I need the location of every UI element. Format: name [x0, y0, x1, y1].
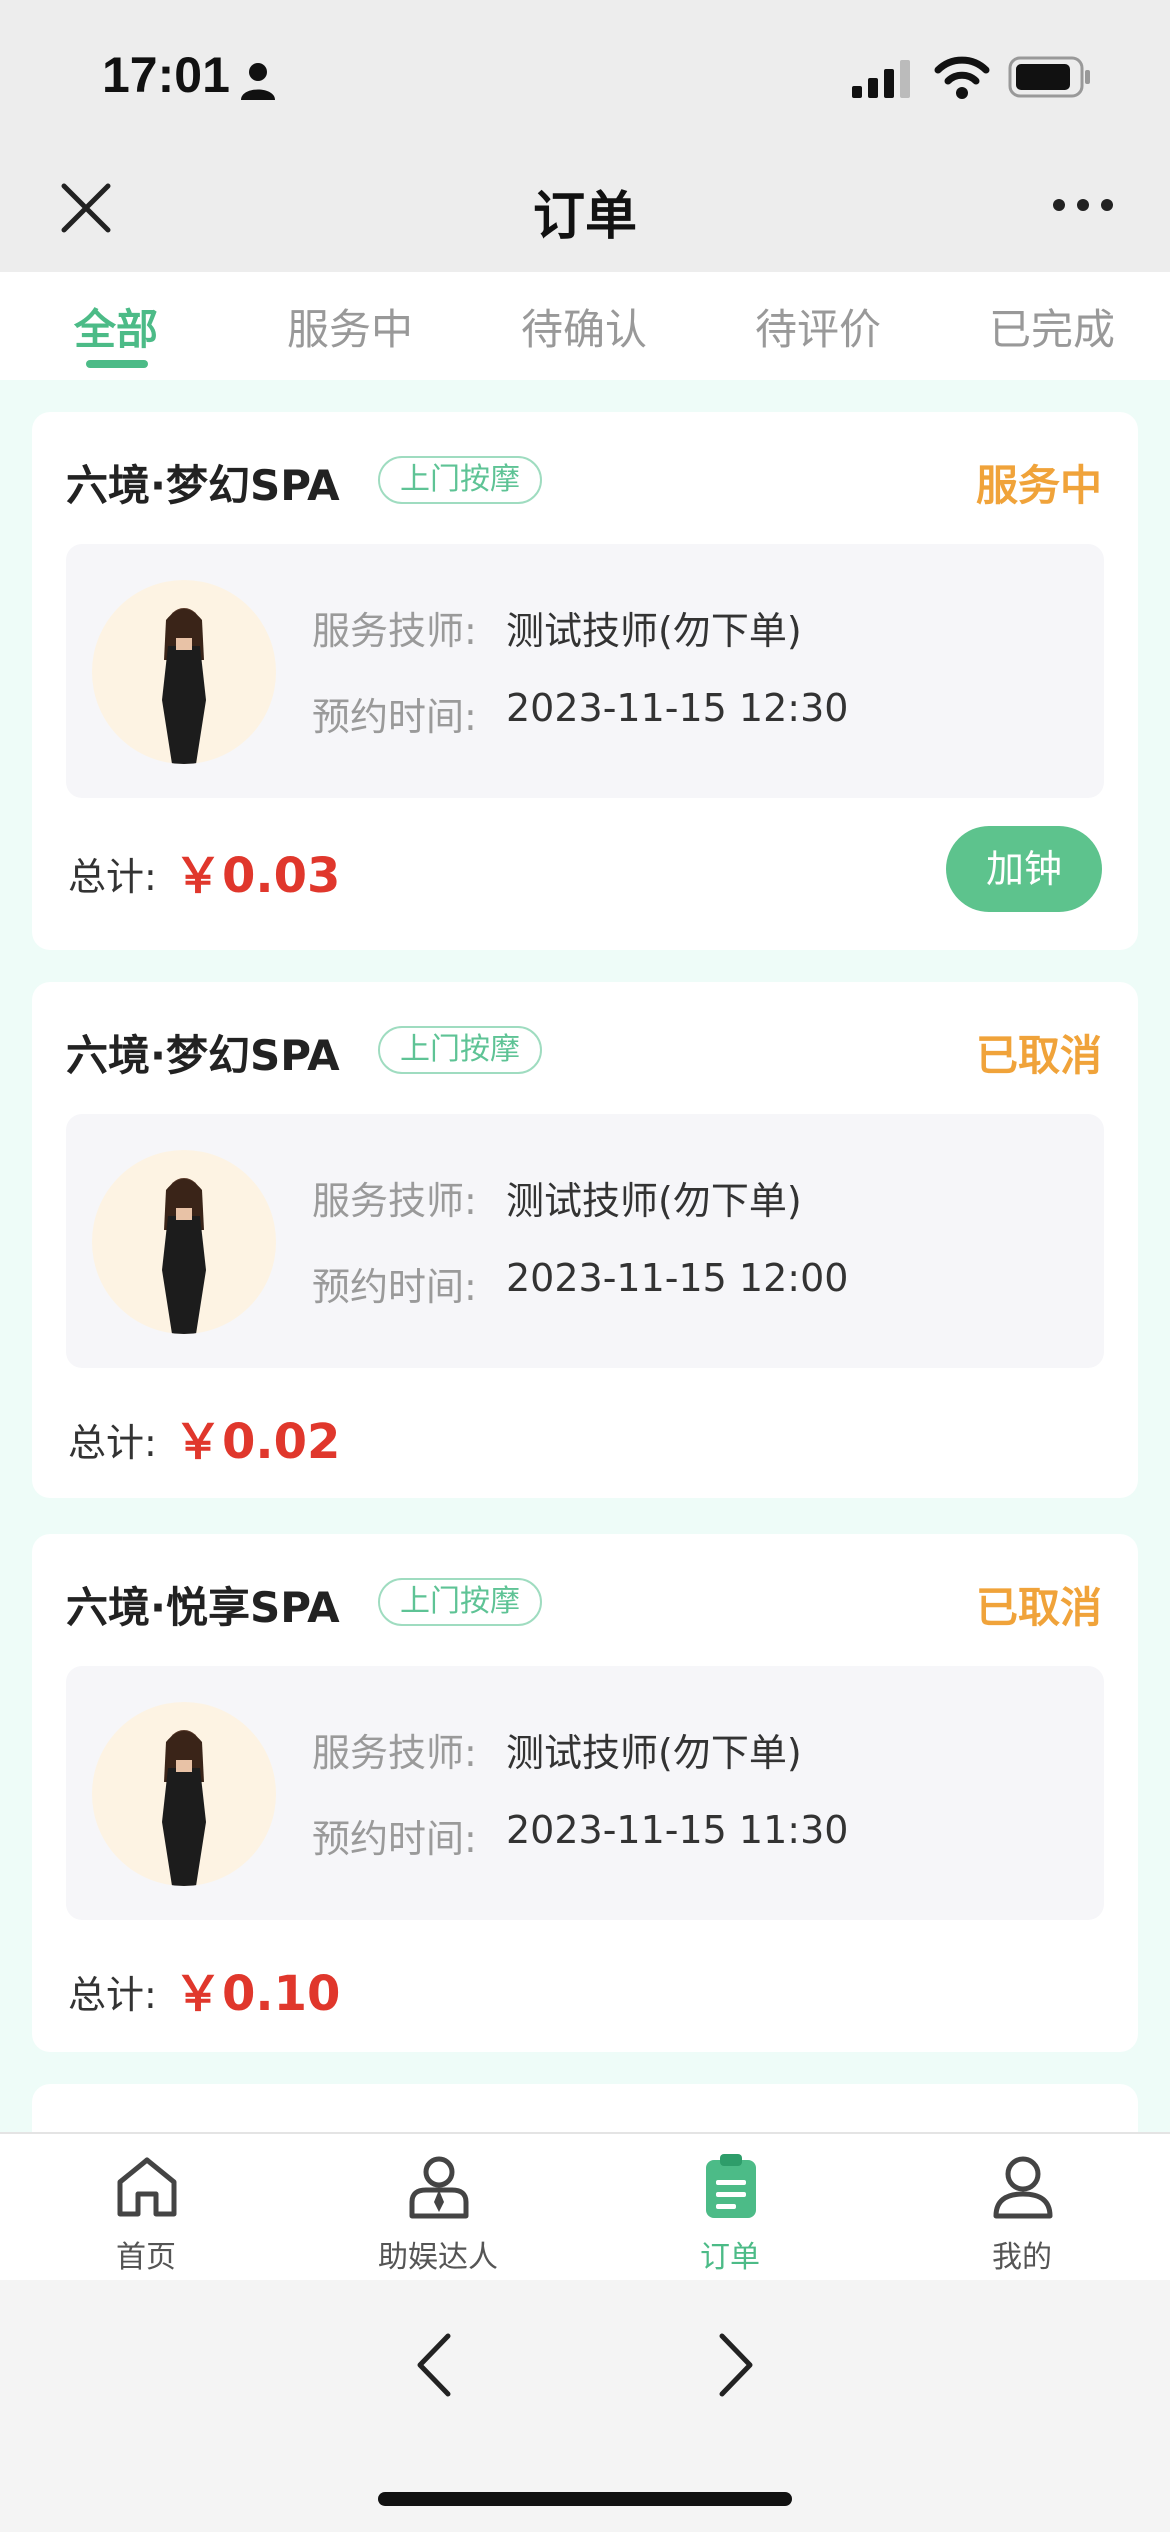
- technician-label: 服务技师:: [312, 1179, 477, 1223]
- tab-pending-review[interactable]: 待评价: [718, 296, 918, 357]
- shop-name: 六境·梦幻SPA: [66, 461, 340, 510]
- appointment-time: 2023-11-15 12:30: [506, 686, 849, 730]
- page-title: 订单: [532, 187, 637, 247]
- home-indicator: [378, 2492, 792, 2506]
- total-price: ￥0.03: [174, 848, 341, 904]
- appointment-time: 2023-11-15 11:30: [506, 1808, 849, 1852]
- battery-icon: [1008, 56, 1090, 98]
- technician-avatar: [92, 1702, 276, 1886]
- appointment-time-label: 预约时间:: [312, 1265, 477, 1309]
- order-clipboard-icon: [706, 2154, 756, 2218]
- total-price: ￥0.02: [174, 1414, 341, 1470]
- tabbar-item-experts[interactable]: 助娱达人: [338, 2152, 538, 2275]
- technician-avatar: [92, 1150, 276, 1334]
- technician-name: 测试技师(勿下单): [506, 1179, 802, 1223]
- order-card[interactable]: 六境·梦幻SPA 上门按摩 服务中 服务技师: 测试技师(勿下单) 预约时间: …: [32, 412, 1138, 950]
- status-time: 17:01: [102, 47, 230, 103]
- nav-bar: 订单: [0, 150, 1170, 272]
- order-card[interactable]: 六境·悦享SPA 上门按摩 已取消 服务技师: 测试技师(勿下单) 预约时间: …: [32, 1534, 1138, 2052]
- signal-icon: [852, 60, 910, 98]
- tabbar-label: 我的: [992, 2240, 1052, 2275]
- wifi-icon: [934, 56, 990, 99]
- total-price: ￥0.10: [174, 1966, 341, 2022]
- profile-icon: [993, 2156, 1053, 2219]
- tabbar-label: 订单: [700, 2240, 760, 2275]
- appointment-time-label: 预约时间:: [312, 1817, 477, 1861]
- technician-label: 服务技师:: [312, 1731, 477, 1775]
- bottom-tab-bar: 首页 助娱达人 订单 我的: [0, 2132, 1170, 2280]
- total-label: 总计:: [68, 1973, 157, 2017]
- add-time-button[interactable]: 加钟: [946, 826, 1102, 912]
- appointment-time: 2023-11-15 12:00: [506, 1256, 849, 1300]
- tab-pending-confirm[interactable]: 待确认: [484, 296, 684, 357]
- total-label: 总计:: [68, 855, 157, 899]
- browser-nav-bar: [0, 2280, 1170, 2532]
- expert-icon: [409, 2156, 469, 2219]
- order-info-box: 服务技师: 测试技师(勿下单) 预约时间: 2023-11-15 12:00: [66, 1114, 1104, 1368]
- technician-name: 测试技师(勿下单): [506, 1731, 802, 1775]
- person-icon: [241, 63, 275, 100]
- order-status: 已取消: [975, 1583, 1102, 1632]
- tab-completed[interactable]: 已完成: [952, 296, 1152, 357]
- tabbar-item-orders[interactable]: 订单: [630, 2152, 830, 2275]
- service-tag: 上门按摩: [378, 1026, 542, 1074]
- tabbar-item-home[interactable]: 首页: [46, 2152, 246, 2275]
- service-tag: 上门按摩: [378, 1578, 542, 1626]
- shop-name: 六境·悦享SPA: [66, 1583, 340, 1632]
- tab-in-service[interactable]: 服务中: [250, 296, 450, 357]
- technician-avatar: [92, 580, 276, 764]
- order-info-box: 服务技师: 测试技师(勿下单) 预约时间: 2023-11-15 11:30: [66, 1666, 1104, 1920]
- status-bar: 17:01: [0, 0, 1170, 150]
- active-tab-indicator: [86, 360, 148, 368]
- total-label: 总计:: [68, 1421, 157, 1465]
- appointment-time-label: 预约时间:: [312, 695, 477, 739]
- order-status: 已取消: [975, 1031, 1102, 1080]
- order-card[interactable]: 六境·梦幻SPA 上门按摩 已取消 服务技师: 测试技师(勿下单) 预约时间: …: [32, 982, 1138, 1498]
- service-tag: 上门按摩: [378, 456, 542, 504]
- tabbar-item-profile[interactable]: 我的: [922, 2152, 1122, 2275]
- back-arrow-icon[interactable]: [410, 2330, 458, 2400]
- order-status: 服务中: [975, 461, 1102, 510]
- order-tabs: 全部 服务中 待确认 待评价 已完成: [0, 272, 1170, 380]
- shop-name: 六境·梦幻SPA: [66, 1031, 340, 1080]
- forward-arrow-icon[interactable]: [712, 2330, 760, 2400]
- home-icon: [117, 2157, 177, 2217]
- technician-name: 测试技师(勿下单): [506, 609, 802, 653]
- tab-all[interactable]: 全部: [16, 296, 216, 357]
- tabbar-label: 助娱达人: [378, 2240, 498, 2275]
- tabbar-label: 首页: [116, 2240, 176, 2275]
- technician-label: 服务技师:: [312, 609, 477, 653]
- order-info-box: 服务技师: 测试技师(勿下单) 预约时间: 2023-11-15 12:30: [66, 544, 1104, 798]
- more-icon[interactable]: [1050, 190, 1116, 220]
